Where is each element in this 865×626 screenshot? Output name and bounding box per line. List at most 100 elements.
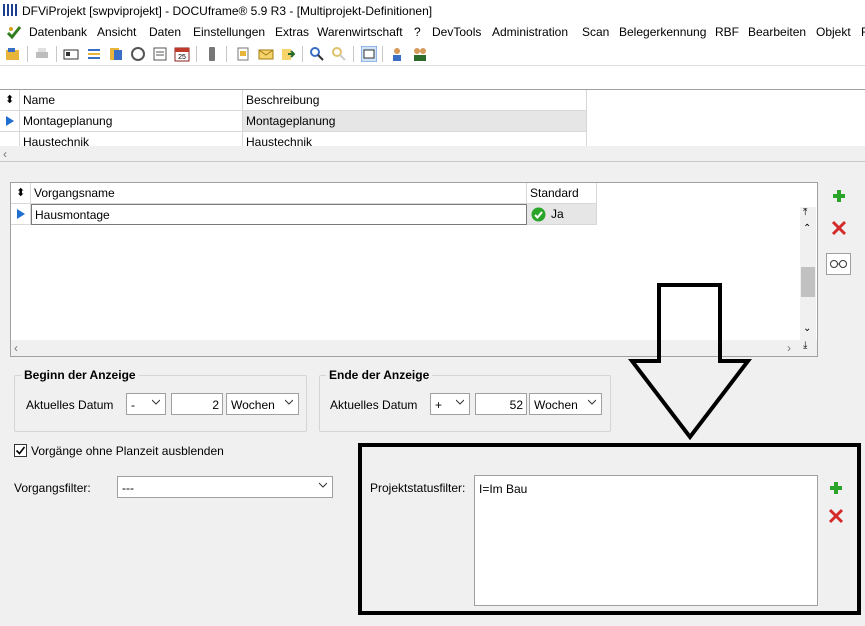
menu-daten[interactable]: Daten bbox=[149, 25, 181, 39]
menu-belegerkennung[interactable]: Belegerkennung bbox=[619, 25, 706, 39]
current-row-icon bbox=[6, 116, 14, 126]
column-header-description[interactable]: Beschreibung bbox=[243, 90, 587, 111]
menu-scan[interactable]: Scan bbox=[582, 25, 609, 39]
menu-objekt[interactable]: Objekt bbox=[816, 25, 851, 39]
display-start-title: Beginn der Anzeige bbox=[21, 368, 139, 382]
operations-grid-vscrollbar[interactable]: ⤒ ⌃ ⌄ bbox=[800, 207, 816, 341]
row-indicator[interactable] bbox=[11, 204, 31, 225]
column-header-operation-name[interactable]: Vorgangsname bbox=[31, 183, 527, 204]
print-icon[interactable] bbox=[34, 46, 50, 62]
scroll-left-icon[interactable]: ‹ bbox=[14, 341, 18, 355]
chevron-down-icon bbox=[152, 399, 160, 405]
system-menu-icon[interactable] bbox=[6, 24, 22, 40]
display-end-value-input[interactable]: 52 bbox=[475, 393, 527, 415]
sort-icon: ⬍ bbox=[5, 94, 15, 106]
documents-icon[interactable] bbox=[108, 46, 124, 62]
project-name-cell[interactable]: Montageplanung bbox=[20, 111, 243, 132]
project-description-cell[interactable]: Montageplanung bbox=[243, 111, 587, 132]
scroll-top-icon[interactable]: ⤒ bbox=[803, 207, 807, 218]
hide-unscheduled-label[interactable]: Vorgänge ohne Planzeit ausblenden bbox=[31, 444, 224, 458]
device-icon[interactable] bbox=[204, 46, 220, 62]
sort-header[interactable]: ⬍ bbox=[0, 90, 20, 111]
menu-f[interactable]: F bbox=[861, 25, 865, 39]
calendar-icon[interactable]: 25 bbox=[174, 46, 190, 62]
users-icon[interactable] bbox=[412, 46, 428, 62]
column-header-standard[interactable]: Standard bbox=[527, 183, 597, 204]
add-operation-icon[interactable] bbox=[828, 185, 850, 207]
operation-filter-label: Vorgangsfilter: bbox=[14, 481, 91, 495]
menu-ansicht[interactable]: Ansicht bbox=[97, 25, 136, 39]
delete-operation-icon[interactable] bbox=[828, 217, 850, 239]
operation-filter-value: --- bbox=[122, 481, 134, 495]
sort-icon: ⬍ bbox=[16, 187, 26, 199]
standard-value: Ja bbox=[551, 207, 564, 221]
chevron-down-icon bbox=[456, 399, 464, 405]
menu-devtools[interactable]: DevTools bbox=[432, 25, 481, 39]
column-header-name[interactable]: Name bbox=[20, 90, 243, 111]
operation-name-cell[interactable]: Hausmontage bbox=[31, 204, 527, 225]
chevron-down-icon bbox=[285, 399, 293, 405]
scroll-right-icon[interactable]: › bbox=[787, 341, 791, 355]
menu-datenbank[interactable]: Datenbank bbox=[29, 25, 87, 39]
scrollbar-thumb[interactable] bbox=[801, 267, 815, 297]
user-icon[interactable] bbox=[390, 46, 406, 62]
window-title: DFViProjekt [swpviprojekt] - DOCUframe® … bbox=[22, 4, 433, 18]
display-start-group: Beginn der Anzeige Aktuelles Datum - 2 W… bbox=[14, 368, 307, 432]
display-start-unit-select[interactable]: Wochen bbox=[226, 393, 299, 415]
project-grid-hscrollbar[interactable]: ‹ bbox=[0, 146, 865, 161]
scroll-down-icon[interactable]: ⌄ bbox=[803, 323, 811, 334]
operation-standard-cell[interactable]: Ja bbox=[527, 204, 597, 225]
menu-help[interactable]: ? bbox=[414, 25, 421, 39]
menu-einstellungen[interactable]: Einstellungen bbox=[193, 25, 265, 39]
display-end-group: Ende der Anzeige Aktuelles Datum + 52 Wo… bbox=[319, 368, 611, 432]
menu-extras[interactable]: Extras bbox=[275, 25, 309, 39]
display-end-sign-value: + bbox=[435, 398, 443, 412]
project-grid: ⬍ Name Beschreibung Montageplanung Monta… bbox=[0, 90, 865, 162]
open-folder-icon[interactable] bbox=[5, 46, 21, 62]
chevron-down-icon bbox=[319, 482, 327, 488]
search-disabled-icon[interactable] bbox=[331, 46, 347, 62]
menu-administration[interactable]: Administration bbox=[492, 25, 568, 39]
display-end-sign-select[interactable]: + bbox=[430, 393, 470, 415]
toolbar-secondary bbox=[0, 66, 865, 90]
display-start-sign-select[interactable]: - bbox=[126, 393, 166, 415]
operation-filter-select[interactable]: --- bbox=[117, 476, 333, 498]
notes-icon[interactable] bbox=[152, 46, 168, 62]
new-doc-icon[interactable] bbox=[235, 46, 251, 62]
display-start-sign-value: - bbox=[131, 398, 135, 412]
chevron-down-icon bbox=[588, 399, 596, 405]
display-end-label: Aktuelles Datum bbox=[330, 398, 418, 412]
display-end-unit-value: Wochen bbox=[534, 398, 578, 412]
display-start-value-input[interactable]: 2 bbox=[171, 393, 223, 415]
menu-warenwirtschaft[interactable]: Warenwirtschaft bbox=[317, 25, 403, 39]
row-indicator[interactable] bbox=[0, 111, 20, 132]
scroll-bottom-icon[interactable]: ⤓ bbox=[803, 340, 807, 351]
view-toggle-icon[interactable] bbox=[361, 46, 377, 62]
glasses-icon bbox=[830, 260, 847, 268]
display-start-unit-value: Wochen bbox=[231, 398, 275, 412]
search-icon[interactable] bbox=[309, 46, 325, 62]
hide-unscheduled-checkbox[interactable] bbox=[14, 444, 27, 457]
sort-header[interactable]: ⬍ bbox=[11, 183, 31, 204]
menu-bearbeiten[interactable]: Bearbeiten bbox=[748, 25, 806, 39]
card-icon[interactable] bbox=[63, 46, 79, 62]
list-icon[interactable] bbox=[86, 46, 102, 62]
scroll-up-icon[interactable]: ⌃ bbox=[803, 223, 811, 234]
menu-bar: Datenbank Ansicht Daten Einstellungen Ex… bbox=[0, 22, 865, 42]
attachment-icon[interactable] bbox=[130, 46, 146, 62]
toolbar: 25 bbox=[0, 42, 865, 66]
checkmark-icon bbox=[15, 446, 26, 455]
display-end-title: Ende der Anzeige bbox=[326, 368, 433, 382]
export-icon[interactable] bbox=[280, 46, 296, 62]
display-end-unit-select[interactable]: Wochen bbox=[529, 393, 602, 415]
title-bar: DFViProjekt [swpviprojekt] - DOCUframe® … bbox=[0, 0, 865, 22]
annotation-highlight-box bbox=[358, 443, 861, 615]
view-operation-button[interactable] bbox=[826, 253, 851, 275]
annotation-arrow-icon bbox=[628, 283, 752, 441]
display-start-label: Aktuelles Datum bbox=[26, 398, 114, 412]
app-logo-icon bbox=[3, 4, 17, 16]
calendar-day: 25 bbox=[178, 54, 186, 61]
menu-rbf[interactable]: RBF bbox=[715, 25, 739, 39]
mail-icon[interactable] bbox=[258, 46, 274, 62]
scroll-left-icon[interactable]: ‹ bbox=[3, 147, 7, 161]
